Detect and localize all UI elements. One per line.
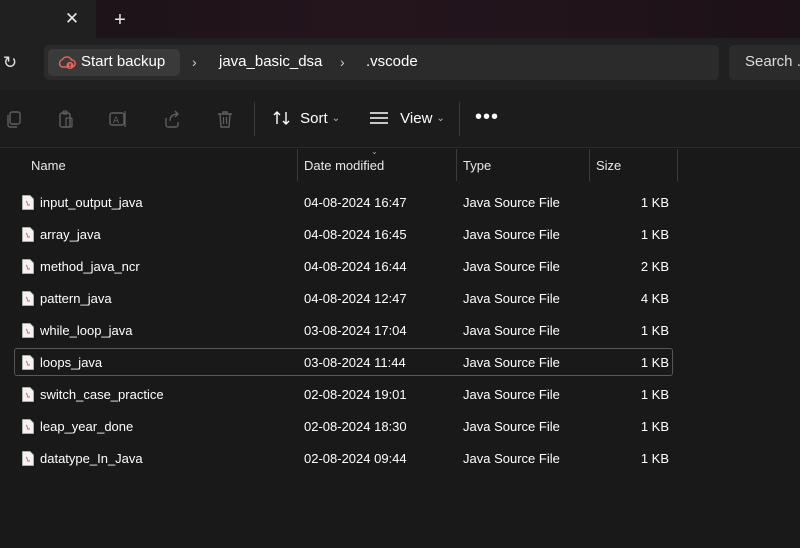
file-size: 1 KB [640, 419, 669, 434]
search-placeholder: Search . [745, 53, 800, 70]
column-divider[interactable] [456, 149, 457, 181]
file-name: switch_case_practice [40, 387, 164, 402]
more-options-icon[interactable]: ••• [475, 106, 499, 132]
breadcrumb-vscode[interactable]: .vscode [366, 52, 418, 72]
cloud-backup-icon [58, 56, 76, 70]
file-date: 02-08-2024 09:44 [304, 451, 407, 466]
file-type: Java Source File [463, 419, 560, 434]
file-name: loops_java [40, 355, 103, 370]
file-row[interactable]: input_output_java 04-08-2024 16:47 Java … [14, 188, 673, 216]
address-bar[interactable]: Start backup › java_basic_dsa › .vscode [44, 45, 719, 80]
file-date: 03-08-2024 11:44 [304, 355, 406, 370]
paste-icon[interactable] [56, 109, 76, 129]
file-size: 1 KB [640, 195, 669, 210]
toolbar-divider [254, 102, 255, 136]
column-header-row: Name ⌄ Date modified Type Size [0, 147, 800, 181]
file-size: 1 KB [640, 355, 669, 370]
column-divider[interactable] [589, 149, 590, 181]
copy-icon[interactable] [4, 109, 24, 129]
refresh-icon[interactable]: ↻ [0, 51, 20, 75]
column-header-size[interactable]: Size [596, 149, 621, 181]
file-name: datatype_In_Java [40, 451, 143, 466]
file-name: pattern_java [40, 291, 112, 306]
column-header-type[interactable]: Type [463, 149, 491, 181]
java-file-icon [22, 227, 34, 242]
file-type: Java Source File [463, 195, 560, 210]
column-header-date[interactable]: Date modified [304, 149, 384, 181]
toolbar-divider [459, 102, 460, 136]
file-date: 04-08-2024 16:45 [304, 227, 407, 242]
java-file-icon [22, 195, 34, 210]
breadcrumb-separator-icon[interactable]: › [192, 52, 197, 72]
file-size: 2 KB [640, 259, 669, 274]
file-type: Java Source File [463, 291, 560, 306]
sort-label: Sort [300, 110, 328, 127]
delete-icon[interactable] [215, 109, 235, 129]
java-file-icon [22, 259, 34, 274]
tab-current[interactable]: ✕ [0, 0, 96, 38]
address-row: ↻ Start backup › java_basic_dsa › .vscod… [0, 38, 800, 90]
file-row[interactable]: leap_year_done 02-08-2024 18:30 Java Sou… [14, 412, 673, 440]
view-icon [370, 112, 388, 124]
file-name: while_loop_java [40, 323, 133, 338]
file-date: 03-08-2024 17:04 [304, 323, 407, 338]
breadcrumb-separator-icon[interactable]: › [340, 52, 345, 72]
chevron-down-icon: ⌄ [436, 113, 445, 124]
chevron-down-icon: ⌄ [331, 113, 341, 124]
svg-text:A: A [113, 116, 120, 126]
view-button[interactable]: View ⌄ [370, 106, 445, 132]
breadcrumb-label: Start backup [81, 53, 166, 70]
tab-strip: ✕ + [0, 0, 800, 38]
file-type: Java Source File [463, 227, 560, 242]
tab-close-icon[interactable]: ✕ [62, 8, 82, 30]
share-icon[interactable] [162, 109, 182, 129]
view-label: View [400, 110, 433, 127]
rename-icon[interactable]: A [108, 109, 128, 129]
sort-button[interactable]: Sort ⌄ [272, 106, 340, 132]
file-row[interactable]: array_java 04-08-2024 16:45 Java Source … [14, 220, 673, 248]
java-file-icon [22, 323, 34, 338]
file-name: method_java_ncr [40, 259, 140, 274]
file-date: 04-08-2024 16:47 [304, 195, 407, 210]
sort-icon [273, 111, 290, 125]
file-type: Java Source File [463, 259, 560, 274]
file-size: 1 KB [640, 323, 669, 338]
file-name: leap_year_done [40, 419, 134, 434]
file-row[interactable]: switch_case_practice 02-08-2024 19:01 Ja… [14, 380, 673, 408]
file-type: Java Source File [463, 323, 560, 338]
command-bar: A Sort ⌄ View ⌄ ••• [0, 90, 800, 148]
file-name: input_output_java [40, 195, 143, 210]
column-divider[interactable] [677, 149, 678, 181]
file-size: 1 KB [640, 451, 669, 466]
java-file-icon [22, 451, 34, 466]
file-size: 4 KB [640, 291, 669, 306]
new-tab-icon[interactable]: + [110, 9, 130, 31]
column-header-name[interactable]: Name [31, 149, 66, 181]
file-type: Java Source File [463, 355, 560, 370]
file-row[interactable]: method_java_ncr 04-08-2024 16:44 Java So… [14, 252, 673, 280]
breadcrumb-start-backup[interactable]: Start backup [48, 49, 180, 76]
file-row[interactable]: while_loop_java 03-08-2024 17:04 Java So… [14, 316, 673, 344]
java-file-icon [22, 387, 34, 402]
java-file-icon [22, 419, 34, 434]
column-divider[interactable] [297, 149, 298, 181]
file-row[interactable]: datatype_In_Java 02-08-2024 09:44 Java S… [14, 444, 673, 472]
search-input[interactable]: Search . [729, 45, 800, 80]
breadcrumb-java-basic-dsa[interactable]: java_basic_dsa [219, 52, 322, 72]
file-name: array_java [40, 227, 101, 242]
file-type: Java Source File [463, 387, 560, 402]
file-type: Java Source File [463, 451, 560, 466]
file-date: 04-08-2024 16:44 [304, 259, 407, 274]
file-date: 02-08-2024 19:01 [304, 387, 407, 402]
file-row[interactable]: pattern_java 04-08-2024 12:47 Java Sourc… [14, 284, 673, 312]
file-date: 02-08-2024 18:30 [304, 419, 407, 434]
file-size: 1 KB [640, 387, 669, 402]
java-file-icon [22, 355, 34, 370]
file-row-focused[interactable]: loops_java 03-08-2024 11:44 Java Source … [14, 348, 673, 376]
file-size: 1 KB [640, 227, 669, 242]
file-date: 04-08-2024 12:47 [304, 291, 407, 306]
java-file-icon [22, 291, 34, 306]
